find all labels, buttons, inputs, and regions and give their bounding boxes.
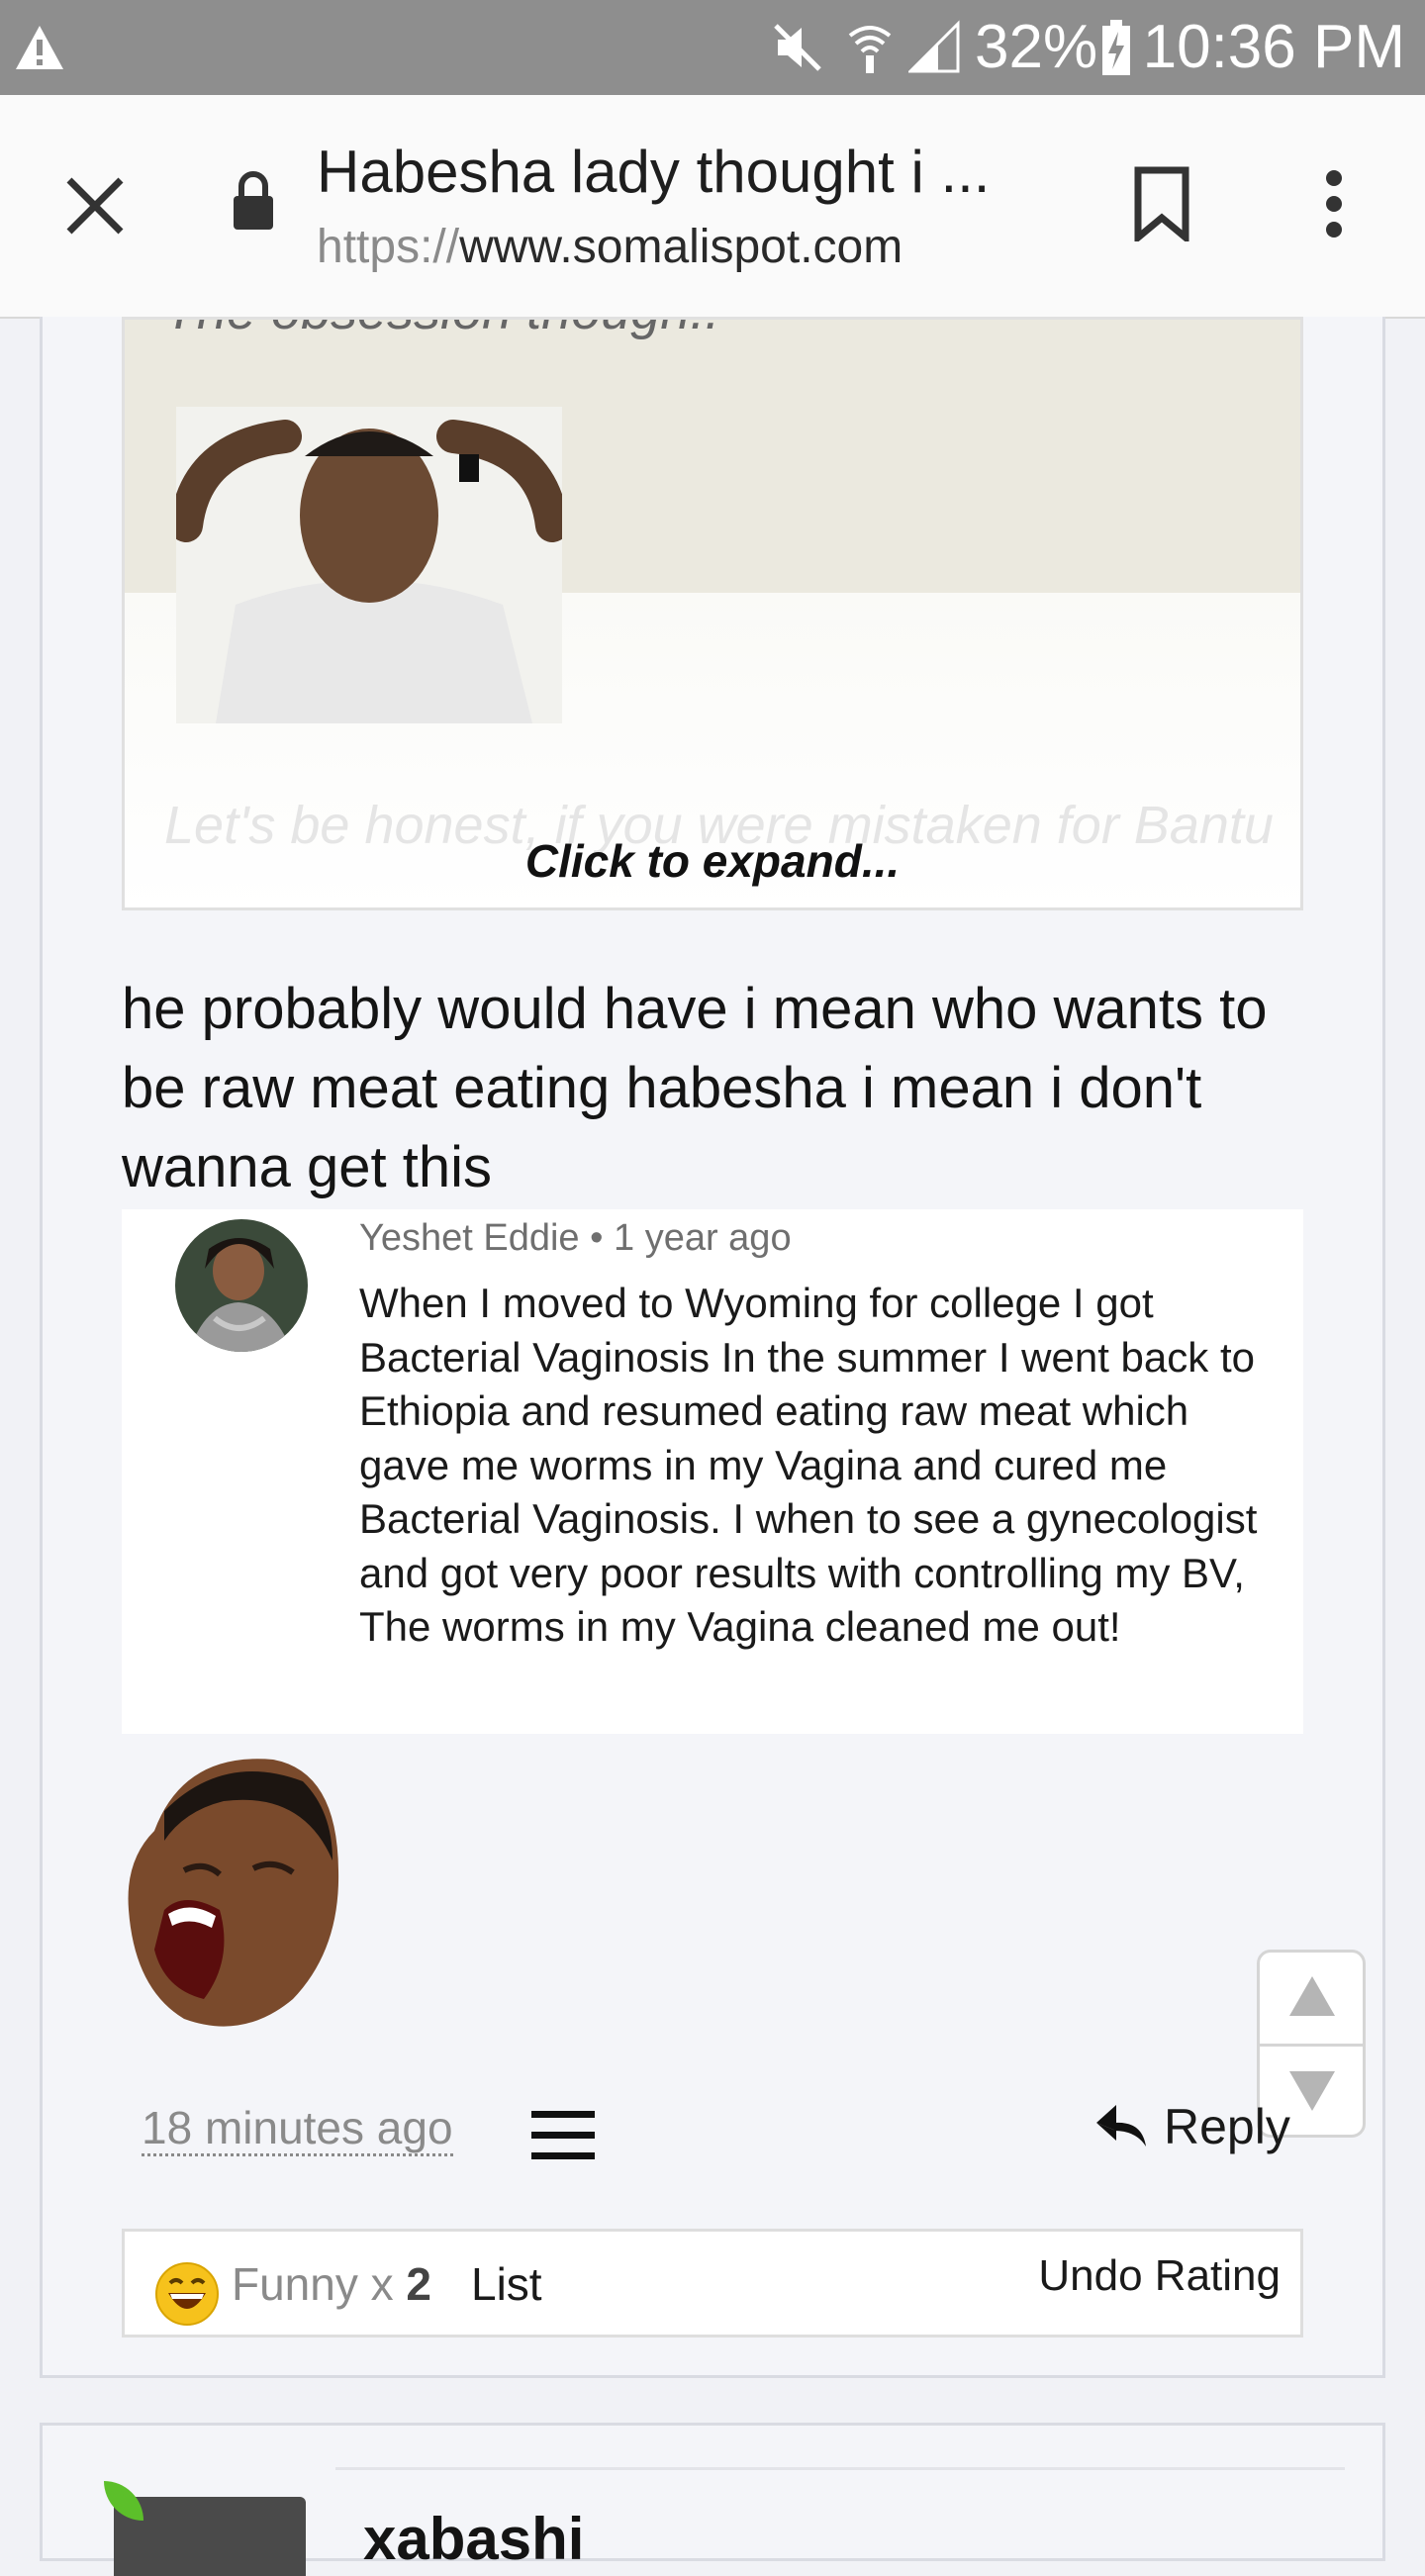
post-header-rule (335, 2467, 1345, 2470)
comment-age: 1 year ago (614, 1217, 792, 1259)
ratings-list-link[interactable]: List (471, 2257, 542, 2311)
user-avatar[interactable] (114, 2497, 306, 2576)
wifi-icon (848, 26, 892, 73)
funny-emoji-icon (155, 2262, 219, 2326)
warning-icon (16, 26, 63, 69)
reply-label: Reply (1164, 2099, 1290, 2154)
commenter-name: Yeshet Eddie (359, 1217, 580, 1259)
battery-percent: 32% (975, 13, 1098, 81)
click-to-expand-link[interactable]: Click to expand... (125, 834, 1300, 888)
page-url[interactable]: https://www.somalispot.com (317, 218, 902, 277)
quoted-message: The obsession though.. Let's be honest, … (122, 317, 1303, 910)
more-options-icon[interactable] (1312, 168, 1356, 239)
page-title: Habesha lady thought i ... (317, 139, 991, 205)
close-icon[interactable] (63, 174, 127, 238)
url-host: www.somalispot.com (459, 221, 903, 273)
rating-count: 2 (406, 2258, 432, 2310)
scroll-down-icon[interactable] (1287, 2069, 1337, 2113)
post-username[interactable]: xabashi (363, 2505, 584, 2573)
commenter-avatar (175, 1219, 308, 1352)
signal-icon (908, 20, 960, 73)
reply-button[interactable]: Reply (1096, 2098, 1290, 2155)
undo-rating-link[interactable]: Undo Rating (1038, 2251, 1281, 2301)
status-bar: 32% 10:36 PM (0, 0, 1425, 95)
online-badge (104, 2481, 143, 2521)
mute-icon (774, 24, 821, 71)
scroll-up-icon[interactable] (1287, 1974, 1337, 2018)
reaction-image-stressed-man (176, 407, 562, 723)
url-scheme: https:// (317, 221, 460, 273)
clock: 10:36 PM (1142, 13, 1405, 81)
next-post: xabashi (40, 2423, 1385, 2576)
reaction-image-laughing-man (128, 1759, 339, 2027)
rating-label: Funny x (232, 2258, 394, 2310)
bookmark-icon[interactable] (1132, 166, 1191, 241)
funny-rating[interactable]: Funny x 2 (232, 2257, 431, 2311)
lock-icon (234, 171, 273, 230)
embedded-comment-image: Yeshet Eddie • 1 year ago When I moved t… (122, 1209, 1303, 1734)
scroll-divider (1260, 2044, 1363, 2047)
battery-charging-icon (1102, 20, 1130, 75)
browser-toolbar: Habesha lady thought i ... https://www.s… (0, 95, 1425, 319)
quote-cut-text: The obsession though.. (164, 320, 719, 341)
post-timestamp[interactable]: 18 minutes ago (142, 2102, 453, 2156)
commenter-meta: Yeshet Eddie • 1 year ago (359, 1217, 792, 1259)
menu-icon[interactable] (531, 2111, 595, 2160)
embedded-comment-text: When I moved to Wyoming for college I go… (359, 1280, 1258, 1650)
reply-icon (1096, 2105, 1146, 2147)
ratings-bar: Funny x 2 List Undo Rating (122, 2229, 1303, 2337)
post-body-text: he probably would have i mean who wants … (122, 977, 1268, 1199)
